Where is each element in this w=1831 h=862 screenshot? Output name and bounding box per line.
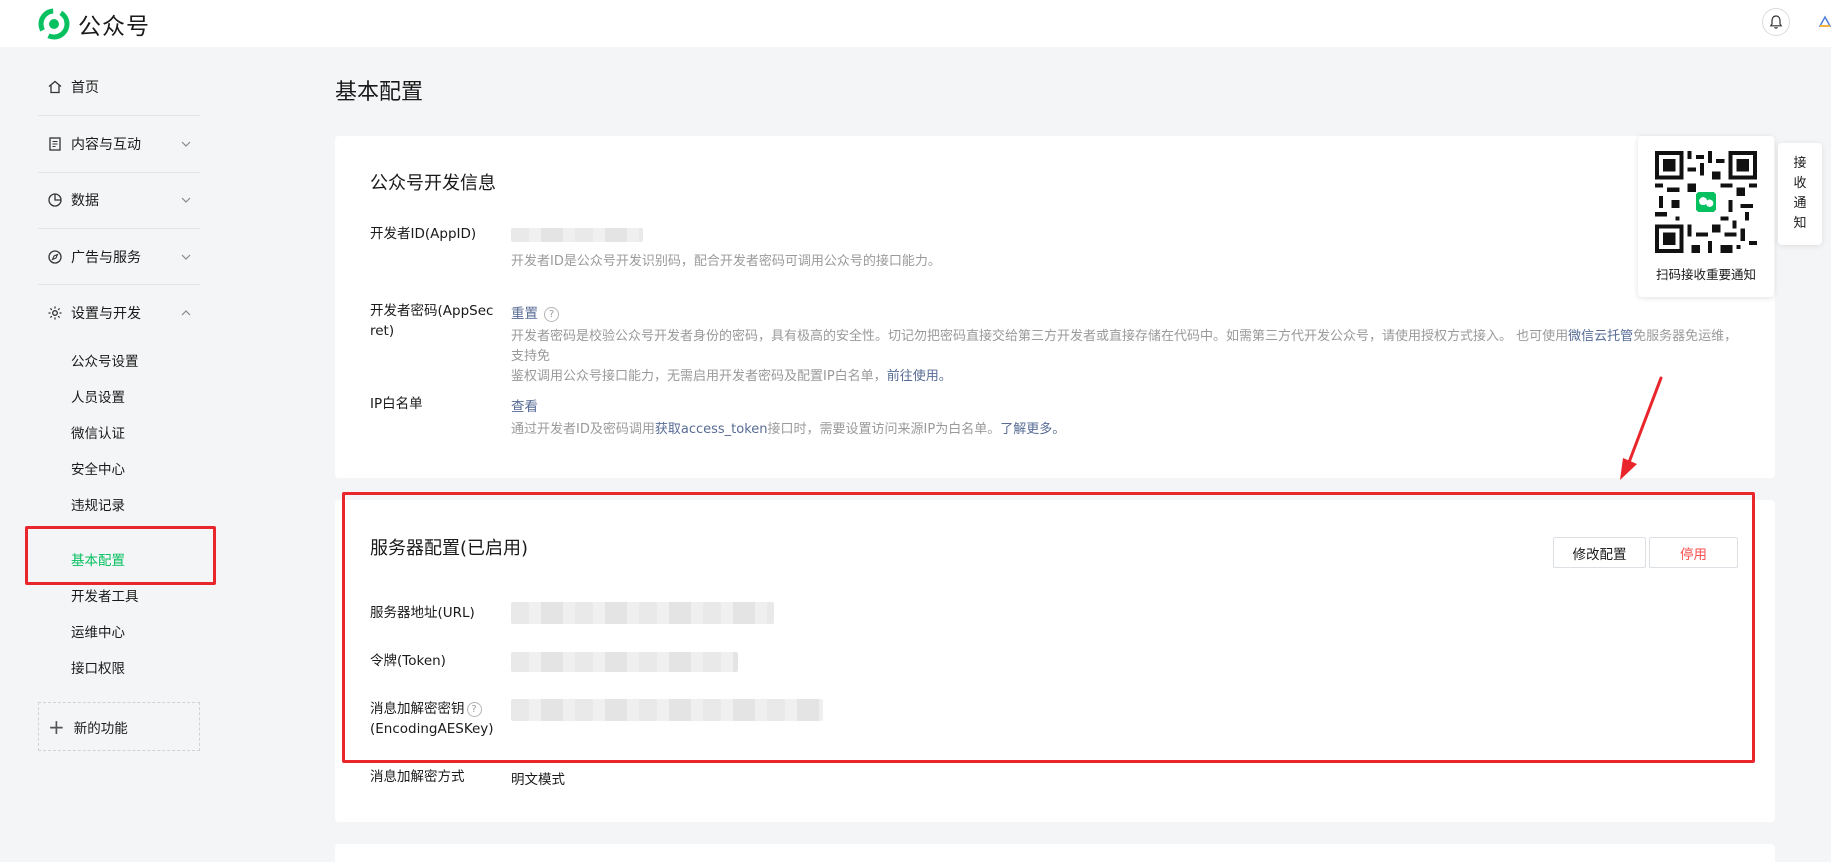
encryption-mode-label: 消息加解密方式 <box>370 769 465 785</box>
ip-whitelist-view-link-wrap: 查看 <box>511 395 538 415</box>
home-icon <box>48 80 62 94</box>
new-feature-label: 新的功能 <box>73 720 128 737</box>
qr-caption: 扫码接收重要通知 <box>1655 267 1756 282</box>
wechat-cloud-hosting-link[interactable]: 微信云托管 <box>1568 329 1633 344</box>
new-feature-button[interactable]: + 新的功能 <box>38 702 200 751</box>
aes-key-value-redacted <box>511 699 823 721</box>
aes-key-label-text: 消息加解密密钥 <box>370 701 465 717</box>
modify-config-button[interactable]: 修改配置 <box>1553 537 1646 568</box>
reset-secret-link[interactable]: 重置 <box>511 306 538 322</box>
server-config-title: 服务器配置(已启用) <box>370 538 529 559</box>
page-title: 基本配置 <box>335 80 424 105</box>
sidebar-item-label: 广告与服务 <box>71 250 141 266</box>
notify-tab-char: 知 <box>1793 216 1807 231</box>
sidebar-item-label: 设置与开发 <box>71 306 141 322</box>
brand-name: 公众号 <box>78 14 150 40</box>
sidebar-item-label: 首页 <box>71 80 99 96</box>
sidebar-item-label: 内容与互动 <box>71 137 141 153</box>
appid-label: 开发者ID(AppID) <box>370 226 477 242</box>
sidebar-item-settings[interactable]: 设置与开发 <box>38 285 200 341</box>
server-url-value-redacted <box>511 602 774 624</box>
sidebar-item-content[interactable]: 内容与互动 <box>38 116 200 172</box>
sidebar-subitem-account-settings[interactable]: 公众号设置 <box>71 350 139 370</box>
chevron-down-icon <box>181 254 191 260</box>
aes-key-label-line1: 消息加解密密钥? <box>370 699 482 719</box>
pie-chart-icon <box>48 193 62 207</box>
sidebar-subitem-basic-config[interactable]: 基本配置 <box>71 549 125 569</box>
sidebar-subitem-dev-tools[interactable]: 开发者工具 <box>71 585 139 605</box>
top-bar: 公众号 <box>0 0 1831 47</box>
ip-whitelist-description: 通过开发者ID及密码调用获取access_token接口时，需要设置访问来源IP… <box>511 420 1065 440</box>
server-url-label: 服务器地址(URL) <box>370 605 475 621</box>
notify-tab-char: 收 <box>1793 176 1807 191</box>
plus-icon: + <box>48 714 65 739</box>
ip-whitelist-label: IP白名单 <box>370 396 423 412</box>
receive-notification-tab[interactable]: 接 收 通 知 <box>1778 143 1822 245</box>
appsecret-desc-text: 开发者密码是校验公众号开发者身份的密码，具有极高的安全性。切记勿把密码直接交给第… <box>511 329 1569 344</box>
encryption-mode-value: 明文模式 <box>511 772 565 788</box>
annotation-arrow <box>1620 376 1663 480</box>
sidebar-subitem-ops-center[interactable]: 运维中心 <box>71 621 125 641</box>
next-card <box>335 844 1775 862</box>
ip-desc-text: 通过开发者ID及密码调用 <box>511 422 655 437</box>
token-value-redacted <box>511 652 738 672</box>
gear-icon <box>48 306 62 320</box>
access-token-link[interactable]: 获取access_token <box>655 422 768 437</box>
sidebar-item-label: 数据 <box>71 193 99 209</box>
bell-icon <box>1769 15 1783 29</box>
notification-button[interactable] <box>1762 8 1790 36</box>
aes-key-label-line2: (EncodingAESKey) <box>370 721 494 737</box>
help-icon[interactable]: ? <box>466 701 482 717</box>
chevron-down-icon <box>181 197 191 203</box>
qr-code-icon <box>1655 151 1757 253</box>
appsecret-description-line2: 鉴权调用公众号接口能力，无需启用开发者密码及配置IP白名单，前往使用。 <box>511 367 1741 387</box>
disable-button[interactable]: 停用 <box>1649 537 1738 568</box>
appsecret-desc-text: 鉴权调用公众号接口能力，无需启用开发者密码及配置IP白名单， <box>511 369 887 384</box>
appsecret-label-line2: ret) <box>370 323 395 339</box>
logo[interactable]: 公众号 <box>38 7 150 41</box>
document-icon <box>49 137 61 151</box>
help-icon[interactable]: ? <box>544 306 559 322</box>
notify-tab-char: 通 <box>1793 196 1807 211</box>
sidebar-subitem-staff-settings[interactable]: 人员设置 <box>71 386 125 406</box>
server-config-card: 服务器配置(已启用) 修改配置 停用 服务器地址(URL) 令牌(Token) … <box>335 500 1775 822</box>
appsecret-description-line1: 开发者密码是校验公众号开发者身份的密码，具有极高的安全性。切记勿把密码直接交给第… <box>511 327 1741 367</box>
qr-notify-panel: 扫码接收重要通知 <box>1638 136 1774 297</box>
sidebar-subitem-violations[interactable]: 违规记录 <box>71 494 125 514</box>
appsecret-actions: 重置? <box>511 302 559 322</box>
appsecret-description: 开发者密码是校验公众号开发者身份的密码，具有极高的安全性。切记勿把密码直接交给第… <box>511 327 1741 387</box>
sidebar-subitem-security-center[interactable]: 安全中心 <box>71 458 125 478</box>
sidebar-item-data[interactable]: 数据 <box>38 172 200 228</box>
sidebar-subitem-verification[interactable]: 微信认证 <box>71 422 125 442</box>
appid-value-redacted <box>511 228 643 242</box>
appid-description: 开发者ID是公众号开发识别码，配合开发者密码可调用公众号的接口能力。 <box>511 254 941 269</box>
view-ip-whitelist-link[interactable]: 查看 <box>511 399 538 415</box>
sidebar-item-ads[interactable]: 广告与服务 <box>38 229 200 285</box>
sidebar: 首页 内容与互动 数据 广告与服务 设置与开发 公众号设置 人员设置 微信认证 … <box>0 47 230 862</box>
learn-more-link[interactable]: 了解更多。 <box>1000 422 1065 437</box>
notify-tab-char: 接 <box>1793 156 1807 171</box>
sidebar-item-home[interactable]: 首页 <box>38 59 200 115</box>
appsecret-label-line1: 开发者密码(AppSec <box>370 303 494 319</box>
chevron-down-icon <box>181 141 191 147</box>
token-label: 令牌(Token) <box>370 653 446 669</box>
wechat-oa-logo-icon <box>38 8 70 40</box>
sidebar-subitem-api-permissions[interactable]: 接口权限 <box>71 657 125 677</box>
compass-icon <box>48 250 62 264</box>
chevron-up-icon <box>181 310 191 316</box>
dev-info-card: 公众号开发信息 开发者ID(AppID) 开发者ID是公众号开发识别码，配合开发… <box>335 136 1775 478</box>
ip-desc-text: 接口时，需要设置访问来源IP为白名单。 <box>767 422 1001 437</box>
go-use-link[interactable]: 前往使用。 <box>887 369 952 384</box>
user-avatar-icon[interactable] <box>1818 14 1831 28</box>
dev-info-title: 公众号开发信息 <box>370 173 496 194</box>
